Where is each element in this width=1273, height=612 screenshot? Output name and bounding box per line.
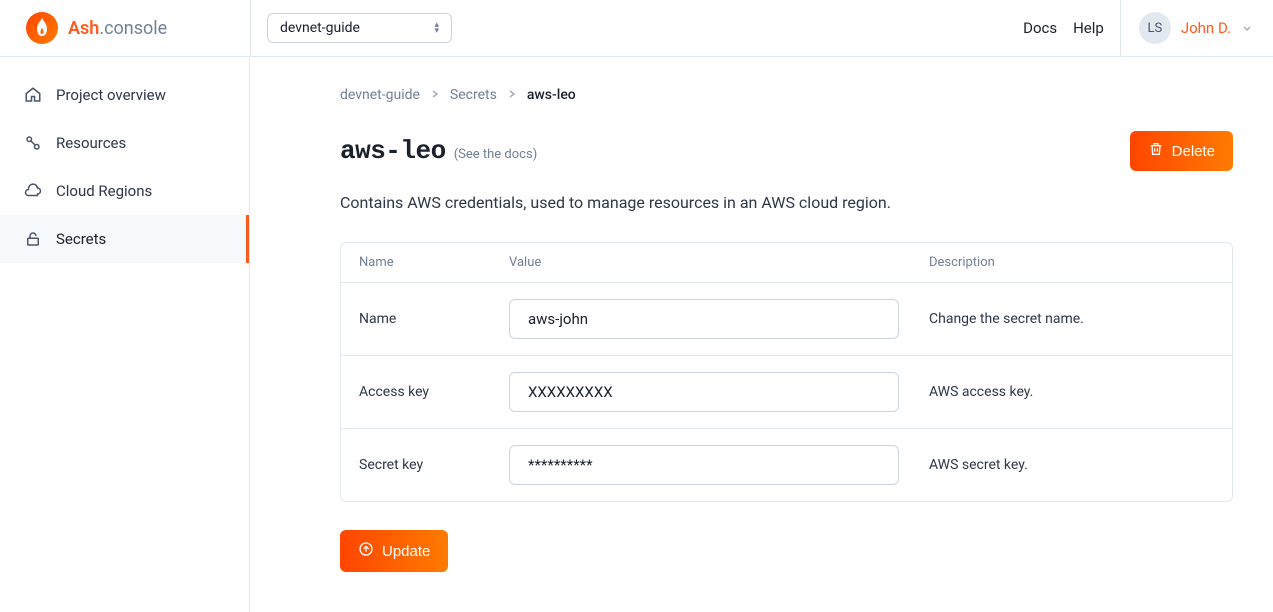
name-input[interactable]: [509, 299, 899, 339]
sidebar-item-label: Secrets: [56, 230, 106, 248]
delete-button[interactable]: Delete: [1130, 131, 1233, 171]
page-title: aws-leo: [340, 136, 446, 166]
header: Ash.console devnet-guide ▴▾ Docs Help LS…: [0, 0, 1273, 57]
table-row: Access key AWS access key.: [341, 355, 1232, 428]
lock-icon: [24, 230, 42, 248]
delete-label: Delete: [1172, 143, 1215, 160]
update-label: Update: [382, 543, 430, 560]
home-icon: [24, 86, 42, 104]
secret-key-input[interactable]: [509, 445, 899, 485]
main-content: devnet-guide Secrets aws-leo aws-leo (Se…: [250, 57, 1273, 612]
flame-logo-icon: [26, 12, 58, 44]
header-right: Docs Help LS John D.: [1003, 0, 1273, 56]
update-button[interactable]: Update: [340, 530, 448, 572]
docs-link[interactable]: Docs: [1023, 19, 1057, 37]
upload-icon: [358, 541, 374, 561]
breadcrumb-secrets[interactable]: Secrets: [450, 87, 497, 103]
row-label: Secret key: [359, 457, 509, 473]
chevron-right-icon: [430, 87, 440, 103]
breadcrumb-current: aws-leo: [527, 87, 576, 103]
username: John D.: [1181, 19, 1231, 37]
sidebar-item-cloud-regions[interactable]: Cloud Regions: [0, 167, 249, 215]
sidebar: Project overview Resources Cloud Regions…: [0, 57, 250, 612]
sidebar-item-label: Resources: [56, 134, 126, 152]
project-selector[interactable]: devnet-guide ▴▾: [267, 13, 452, 43]
row-label: Name: [359, 311, 509, 327]
resources-icon: [24, 134, 42, 152]
chevron-down-icon: [1241, 19, 1253, 38]
col-header-description: Description: [929, 255, 1214, 270]
see-docs-link[interactable]: (See the docs): [454, 147, 538, 162]
properties-table: Name Value Description Name Change the s…: [340, 242, 1233, 502]
logo-text: Ash.console: [68, 18, 167, 39]
user-menu[interactable]: LS John D.: [1120, 0, 1253, 56]
title-row: aws-leo (See the docs) Delete: [340, 131, 1233, 171]
table-header: Name Value Description: [341, 243, 1232, 283]
breadcrumb-project[interactable]: devnet-guide: [340, 87, 420, 103]
header-middle: devnet-guide ▴▾: [250, 0, 1003, 56]
access-key-input[interactable]: [509, 372, 899, 412]
avatar: LS: [1139, 12, 1171, 44]
col-header-value: Value: [509, 255, 929, 270]
logo[interactable]: Ash.console: [0, 12, 250, 44]
col-header-name: Name: [359, 255, 509, 270]
sidebar-item-label: Project overview: [56, 86, 166, 104]
cloud-icon: [24, 182, 42, 200]
breadcrumb: devnet-guide Secrets aws-leo: [340, 87, 1233, 103]
secret-description: Contains AWS credentials, used to manage…: [340, 193, 1233, 212]
sidebar-item-secrets[interactable]: Secrets: [0, 215, 249, 263]
row-label: Access key: [359, 384, 509, 400]
table-row: Secret key AWS secret key.: [341, 428, 1232, 501]
project-name: devnet-guide: [280, 20, 360, 36]
sidebar-item-resources[interactable]: Resources: [0, 119, 249, 167]
row-description: Change the secret name.: [929, 311, 1214, 327]
row-description: AWS access key.: [929, 384, 1214, 400]
chevron-right-icon: [507, 87, 517, 103]
trash-icon: [1148, 141, 1164, 161]
row-description: AWS secret key.: [929, 457, 1214, 473]
help-link[interactable]: Help: [1073, 19, 1104, 37]
selector-updown-icon: ▴▾: [434, 22, 439, 34]
sidebar-item-overview[interactable]: Project overview: [0, 71, 249, 119]
table-row: Name Change the secret name.: [341, 283, 1232, 355]
sidebar-item-label: Cloud Regions: [56, 182, 152, 200]
